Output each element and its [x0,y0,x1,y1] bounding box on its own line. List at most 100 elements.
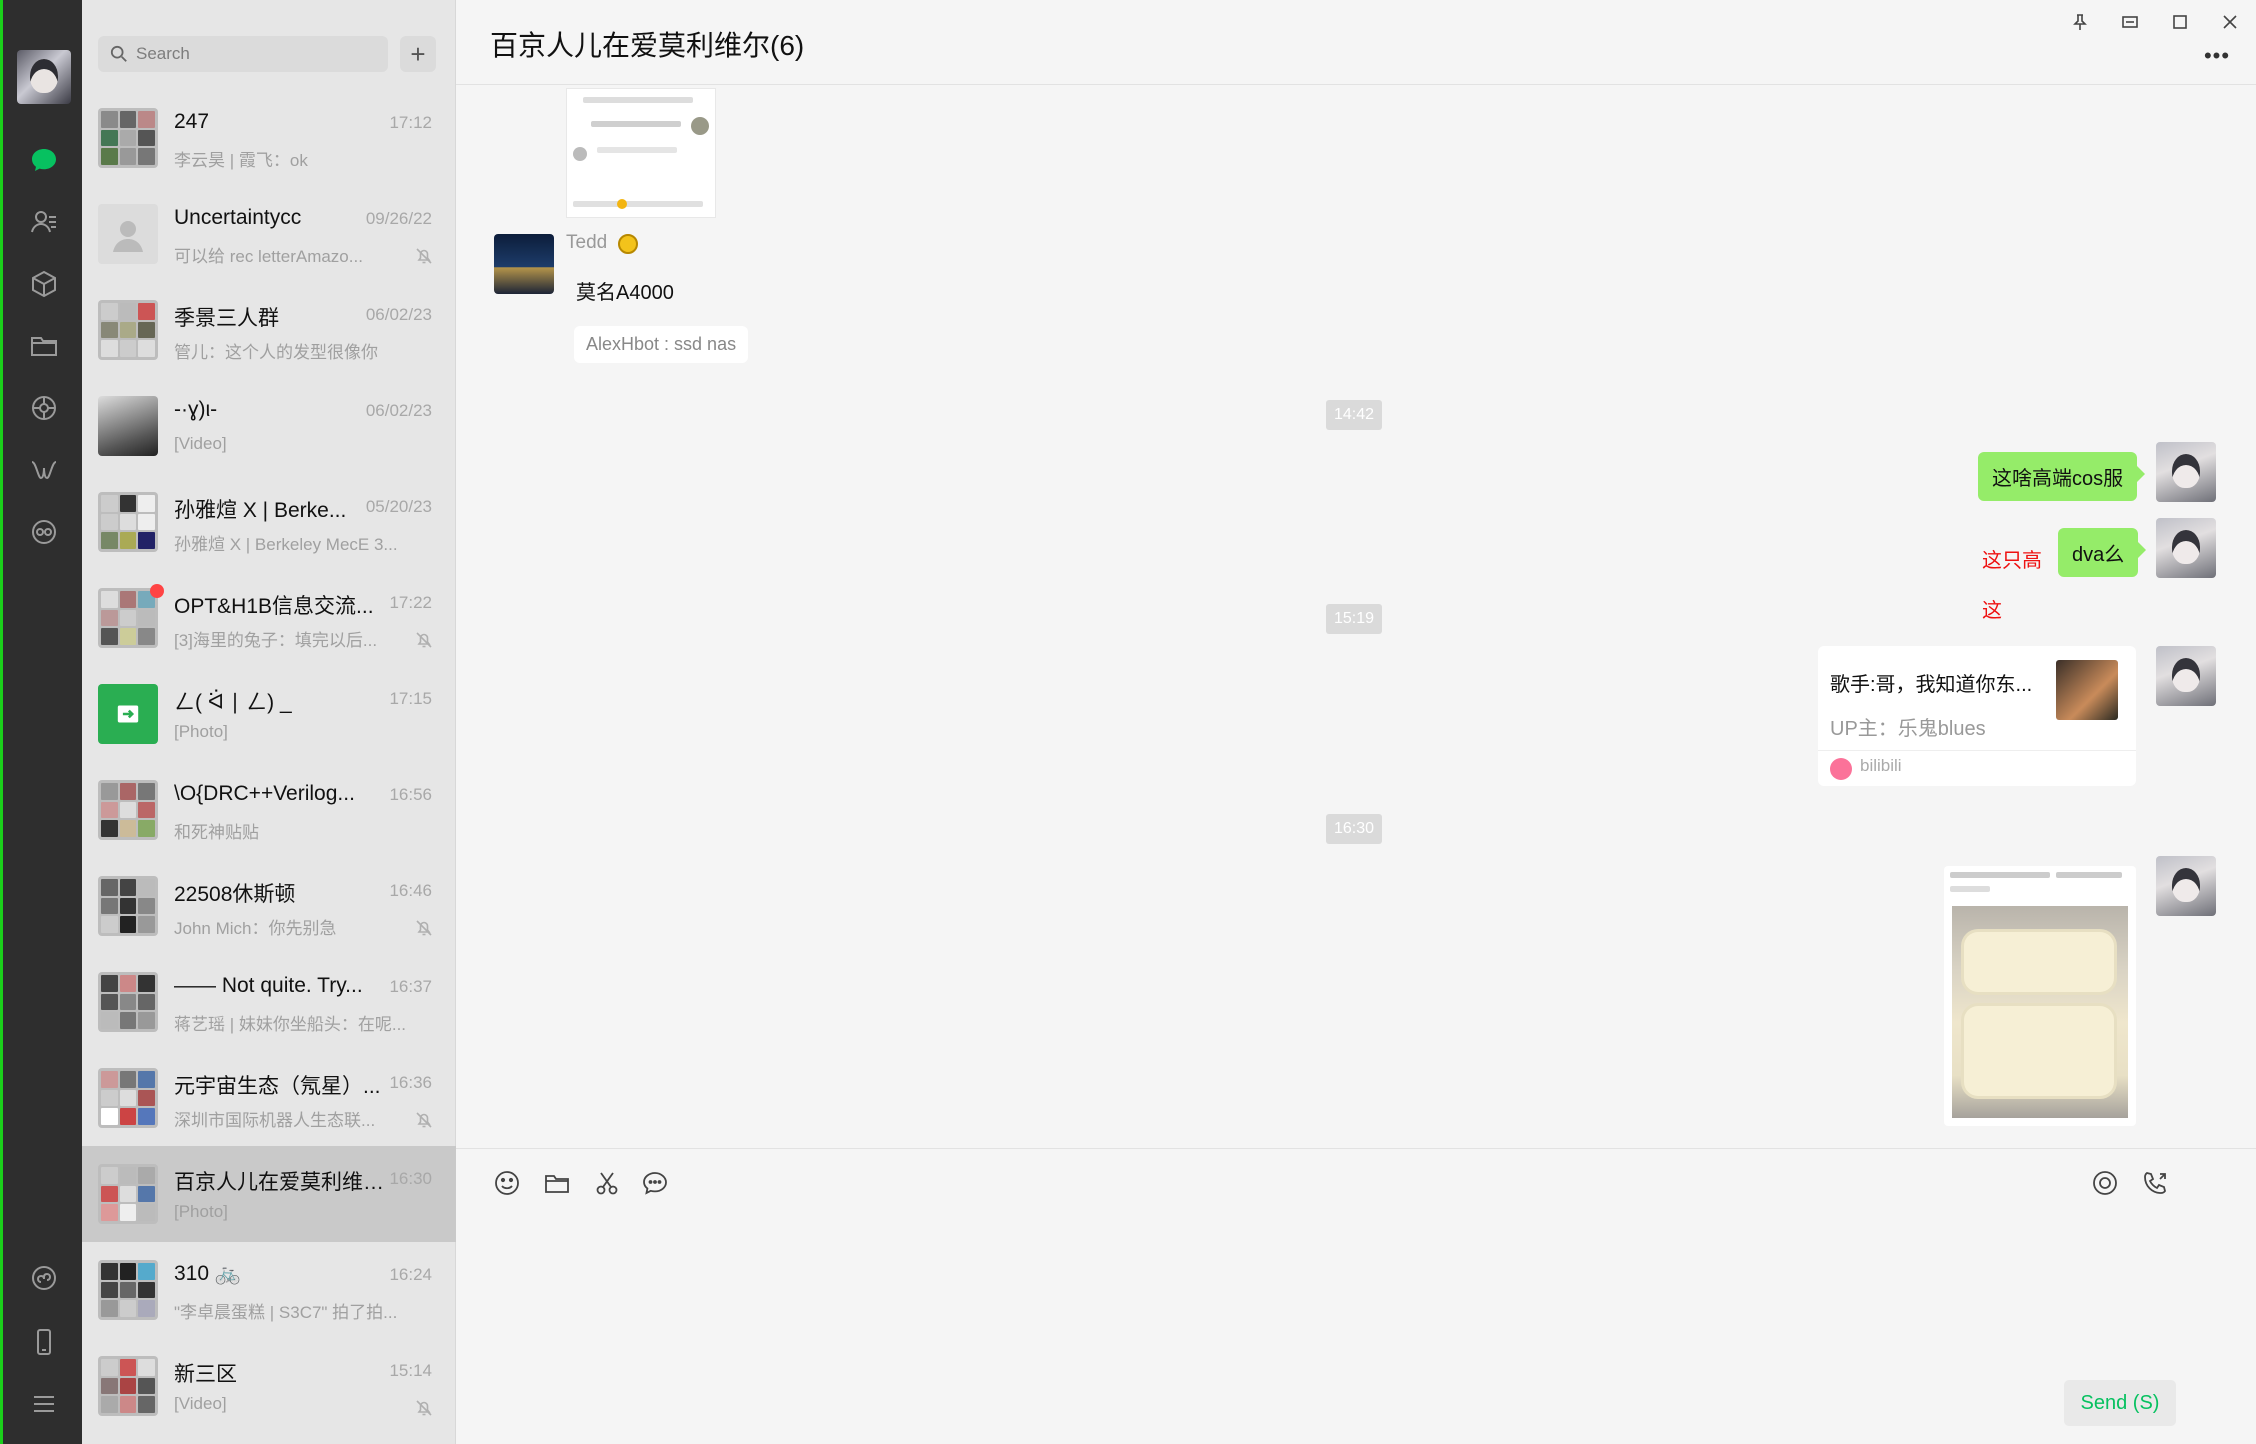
outgoing-message[interactable]: dva么 [2058,528,2147,577]
photo-message[interactable] [1944,866,2136,1126]
conversation-list: Search + 247 17:12 李云昊 | 霞飞：ok Uncertain… [82,0,456,1444]
conversation-name: ㄥ( ᐛ ∣ ㄥ) _ [174,691,292,714]
conversation-name: 季景三人群 [174,307,279,330]
unread-badge [150,584,164,598]
menu-icon[interactable] [24,1384,64,1424]
conversation-preview: [Video] [174,1394,227,1413]
conversation-item[interactable]: OPT&H1B信息交流... 17:22 [3]海里的兔子：填完以后... [82,570,456,666]
emoji-button[interactable] [486,1162,528,1204]
more-options-button[interactable]: ••• [2198,43,2236,68]
conversation-name: OPT&H1B信息交流... [174,595,374,618]
conversation-item[interactable]: 季景三人群 06/02/23 管儿：这个人的发型很像你 [82,282,456,378]
conversation-name: \O{DRC++Verilog... [174,782,355,805]
stray-text: 这 [1982,600,2002,622]
conversation-item[interactable]: \O{DRC++Verilog... 16:56 和死神贴贴 [82,762,456,858]
conversation-item-active[interactable]: 百京人儿在爱莫利维尔... 16:30 [Photo] [82,1146,456,1242]
my-message-avatar[interactable] [2156,518,2216,578]
conversation-time: 05/20/23 [365,497,432,516]
conversation-preview: 蒋艺瑶 | 妹妹你坐船头：在呢... [174,1015,407,1034]
scissors-icon [596,1172,618,1195]
pin-icon [2073,14,2087,30]
conversation-item[interactable]: 元宇宙生态（氖星）... 16:36 深圳市国际机器人生态联... [82,1050,456,1146]
conversation-item[interactable]: 22508休斯顿 16:46 John Mich：你先别急 [82,858,456,954]
conversation-item[interactable]: -·ɣ)ι- 06/02/23 [Video] [82,378,456,474]
channels-icon[interactable] [24,450,64,490]
folder-icon [545,1175,569,1193]
conversation-name: -·ɣ)ι- [174,398,218,421]
conversation-preview: [3]海里的兔子：填完以后... [174,631,378,650]
conversation-time: 09/26/22 [365,209,432,228]
minimize-button[interactable] [2112,6,2148,38]
conversation-item[interactable]: —— Not quite. Try... 16:37 蒋艺瑶 | 妹妹你坐船头：… [82,954,456,1050]
send-button[interactable]: Send (S) [2064,1380,2176,1426]
conversation-time: 16:24 [389,1265,432,1284]
search-icon [110,45,127,62]
conversation-item[interactable]: ㄥ( ᐛ ∣ ㄥ) _ 17:15 [Photo] [82,666,456,762]
transfer-icon [117,705,139,723]
mini-programs-icon[interactable] [24,512,64,552]
maximize-icon [2173,15,2187,29]
conversation-item[interactable]: Uncertaintycc 09/26/22 可以给 rec letterAma… [82,186,456,282]
mute-icon [416,632,432,648]
group-avatar [98,108,158,168]
favorites-icon[interactable] [24,264,64,304]
maximize-button[interactable] [2162,6,2198,38]
my-message-avatar[interactable] [2156,856,2216,916]
chat-history-button[interactable] [634,1162,676,1204]
conversation-time: 16:56 [389,785,432,804]
conversation-name: 元宇宙生态（氖星）... [174,1075,381,1098]
bilibili-link-card[interactable]: 歌手:哥，我知道你东... UP主：乐鬼blues bilibili [1818,646,2136,786]
conversation-item[interactable]: 247 17:12 李云昊 | 霞飞：ok [82,90,456,186]
conversation-preview: [Photo] [174,722,228,741]
conversation-preview: [Video] [174,434,227,453]
add-chat-button[interactable]: + [400,36,436,72]
my-message-avatar[interactable] [2156,646,2216,706]
smiley-icon [495,1171,519,1195]
send-file-button[interactable] [536,1162,578,1204]
conversation-name: 孙雅煊 X | Berke... [174,499,347,522]
sender-name: 莫名A4000 [576,282,674,304]
sender-avatar[interactable] [494,234,554,294]
screenshot-button[interactable] [586,1162,628,1204]
pin-button[interactable] [2062,6,2098,38]
nav-rail [0,0,82,1444]
close-button[interactable] [2212,6,2248,38]
conversation-time: 17:12 [389,113,432,132]
outgoing-message[interactable]: 这啥高端cos服 [1978,452,2146,501]
my-message-avatar[interactable] [2156,442,2216,502]
files-icon[interactable] [24,326,64,366]
conversation-time: 06/02/23 [365,305,432,324]
group-avatar [98,972,158,1032]
conversation-item[interactable]: 新三区 15:14 [Video] [82,1338,456,1434]
person-icon [113,221,143,252]
conversation-item[interactable]: 孙雅煊 X | Berke... 05/20/23 孙雅煊 X | Berkel… [82,474,456,570]
default-avatar [98,204,158,264]
contacts-icon[interactable] [24,202,64,242]
moments-icon[interactable] [24,388,64,428]
conversation-time: 16:36 [389,1073,432,1092]
file-transfer-avatar [98,684,158,744]
chats-icon[interactable] [24,140,64,180]
search-input[interactable]: Search [98,36,388,72]
conversation-time: 17:22 [389,593,432,612]
conversation-time: 06/02/23 [365,401,432,420]
mini-program-panel-icon[interactable] [24,1258,64,1298]
group-avatar [98,1068,158,1128]
my-avatar[interactable] [17,50,71,104]
screenshot-image[interactable] [566,88,716,218]
conversation-name: 310 🚲 [174,1262,242,1285]
conversation-item[interactable]: 310 🚲 16:24 "李卓晨蛋糕 | S3C7" 拍了拍... [82,1242,456,1338]
link-thumbnail [2056,660,2118,720]
timestamp: 15:19 [1326,604,1383,634]
conversation-time: 16:46 [389,881,432,900]
conversation-name: 百京人儿在爱莫利维尔... [174,1171,384,1194]
call-button[interactable] [2134,1162,2176,1204]
group-avatar [98,1356,158,1416]
group-avatar [98,1164,158,1224]
phone-icon[interactable] [24,1322,64,1362]
conversation-time: 16:30 [389,1169,432,1188]
stray-text: 这只高 [1982,550,2042,572]
incoming-message[interactable]: AlexHbot : ssd nas [574,326,749,363]
live-button[interactable] [2084,1162,2126,1204]
bilibili-icon [1830,758,1852,780]
